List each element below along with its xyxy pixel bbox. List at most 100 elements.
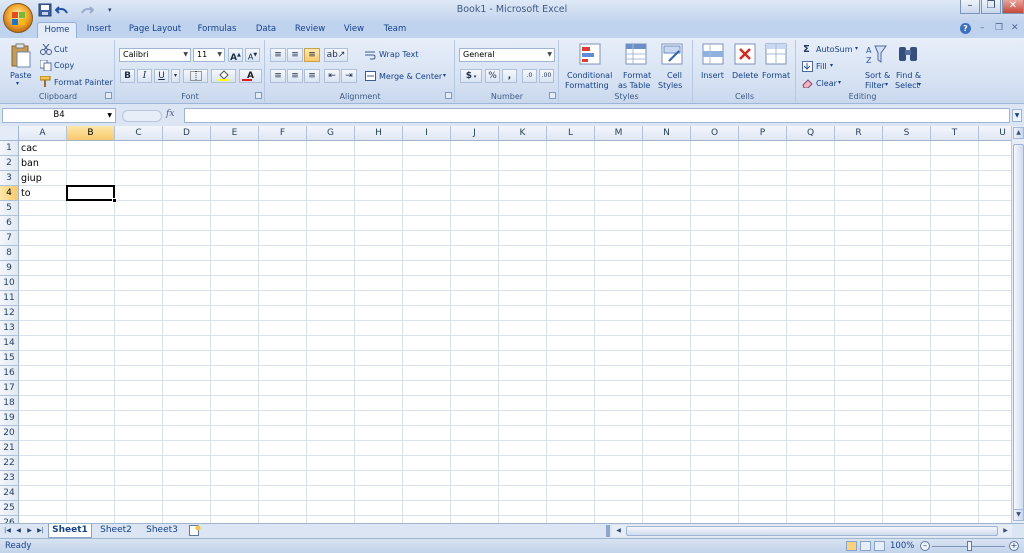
tab-formulas[interactable]: Formulas (192, 22, 242, 38)
scroll-right-icon[interactable]: ▶ (1000, 525, 1011, 537)
row-header-15[interactable]: 15 (0, 351, 19, 366)
align-right-button[interactable]: ≡ (304, 69, 320, 83)
format-painter-icon[interactable] (39, 75, 52, 90)
column-header-r[interactable]: R (835, 126, 883, 141)
merge-center-button[interactable]: Merge & Center (379, 72, 442, 81)
orientation-button[interactable]: ab↗ (324, 48, 348, 62)
underline-dropdown-icon[interactable]: ▾ (171, 69, 180, 83)
sheet-tab-sheet1[interactable]: Sheet1 (48, 524, 92, 538)
row-header-25[interactable]: 25 (0, 501, 19, 516)
zoom-slider-knob[interactable] (967, 541, 972, 551)
normal-view-icon[interactable] (846, 541, 857, 551)
horizontal-scroll-thumb[interactable] (626, 526, 998, 536)
tab-home[interactable]: Home (37, 22, 77, 38)
row-header-21[interactable]: 21 (0, 441, 19, 456)
binoculars-icon[interactable] (897, 43, 919, 68)
align-center-button[interactable]: ≡ (287, 69, 303, 83)
row-header-3[interactable]: 3 (0, 171, 19, 186)
find-select-label-2[interactable]: Select (895, 81, 920, 90)
copy-icon[interactable] (39, 59, 52, 74)
row-header-8[interactable]: 8 (0, 246, 19, 261)
horizontal-scrollbar[interactable]: ◀ ▶ (612, 525, 1012, 537)
name-box[interactable]: B4 ▼ (2, 108, 116, 123)
align-middle-button[interactable]: ≡ (287, 48, 303, 62)
insert-sheet-icon[interactable] (186, 524, 204, 538)
row-header-1[interactable]: 1 (0, 141, 19, 156)
row-header-14[interactable]: 14 (0, 336, 19, 351)
italic-button[interactable]: I (137, 69, 152, 83)
number-launcher[interactable] (549, 92, 556, 99)
sheet-tab-sheet3[interactable]: Sheet3 (140, 524, 184, 538)
cell-styles-icon[interactable] (661, 43, 683, 68)
autosum-button[interactable]: AutoSum (816, 45, 853, 54)
increase-decimal-button[interactable]: .0 (522, 69, 537, 83)
cell-a4[interactable]: to (19, 186, 31, 201)
page-layout-view-icon[interactable] (860, 541, 871, 551)
paste-icon[interactable] (10, 43, 32, 72)
column-header-g[interactable]: G (307, 126, 355, 141)
sort-filter-icon[interactable]: AZ (865, 43, 887, 68)
column-header-k[interactable]: K (499, 126, 547, 141)
currency-button[interactable]: $ ▾ (460, 69, 482, 83)
cell-a1[interactable]: cac (19, 141, 37, 156)
tab-review[interactable]: Review (290, 22, 330, 38)
prev-sheet-icon[interactable]: ◀ (14, 526, 23, 536)
insert-cells-icon[interactable] (702, 43, 724, 68)
decrease-decimal-button[interactable]: .00 (539, 69, 554, 83)
delete-cells-button[interactable]: Delete (732, 71, 758, 80)
select-all-corner[interactable] (0, 126, 19, 141)
conditional-formatting-label-2[interactable]: Formatting (565, 81, 609, 90)
row-header-22[interactable]: 22 (0, 456, 19, 471)
font-color-button[interactable]: A (239, 69, 262, 83)
tab-data[interactable]: Data (250, 22, 282, 38)
worksheet-grid[interactable]: A B C D E F G H I J K L M N O P Q R S T U 1 2 3 4 5 6 7 8 9 10 11 12 13 14… (0, 126, 1011, 523)
zoom-in-icon[interactable]: + (1009, 541, 1019, 551)
cell-styles-label-1[interactable]: Cell (667, 71, 682, 80)
column-header-a[interactable]: A (19, 126, 67, 141)
paste-button[interactable]: Paste (10, 71, 32, 80)
format-as-table-label-2[interactable]: as Table (618, 81, 650, 90)
align-top-button[interactable]: ≡ (270, 48, 286, 62)
zoom-out-icon[interactable]: – (920, 541, 930, 551)
workbook-restore-icon[interactable]: ❐ (995, 23, 1003, 33)
minimize-button[interactable]: – (960, 0, 980, 14)
font-size-combo[interactable]: 11 ▼ (193, 48, 225, 62)
clipboard-launcher[interactable] (105, 92, 112, 99)
row-header-10[interactable]: 10 (0, 276, 19, 291)
row-header-23[interactable]: 23 (0, 471, 19, 486)
expand-formula-bar-icon[interactable]: ▼ (1012, 109, 1022, 122)
workbook-close-icon[interactable]: ✕ (1011, 23, 1019, 33)
tab-team[interactable]: Team (378, 22, 412, 38)
format-as-table-icon[interactable] (625, 43, 647, 68)
column-header-n[interactable]: N (643, 126, 691, 141)
formula-input[interactable] (184, 108, 1010, 123)
underline-button[interactable]: U (154, 69, 169, 83)
decrease-indent-button[interactable]: ⇤ (324, 69, 340, 83)
fill-color-button[interactable] (211, 69, 236, 83)
cut-icon[interactable] (40, 43, 52, 58)
row-header-16[interactable]: 16 (0, 366, 19, 381)
align-bottom-button[interactable]: ≡ (304, 48, 320, 62)
active-cell-b4[interactable] (66, 185, 117, 203)
workbook-minimize-icon[interactable]: – (980, 23, 985, 33)
row-header-6[interactable]: 6 (0, 216, 19, 231)
format-as-table-label-1[interactable]: Format (623, 71, 651, 80)
row-header-9[interactable]: 9 (0, 261, 19, 276)
sort-filter-label-1[interactable]: Sort & (865, 71, 890, 80)
borders-button[interactable] (183, 69, 208, 83)
column-header-t[interactable]: T (931, 126, 979, 141)
column-header-d[interactable]: D (163, 126, 211, 141)
cut-button[interactable]: Cut (54, 45, 68, 54)
row-header-7[interactable]: 7 (0, 231, 19, 246)
comma-button[interactable]: , (502, 69, 517, 83)
chevron-down-icon[interactable]: ▼ (107, 109, 112, 122)
vertical-scroll-thumb[interactable] (1013, 144, 1024, 516)
sort-filter-label-2[interactable]: Filter (865, 81, 885, 90)
number-format-combo[interactable]: General ▼ (459, 48, 555, 62)
row-header-13[interactable]: 13 (0, 321, 19, 336)
cell-styles-label-2[interactable]: Styles (658, 81, 682, 90)
fill-handle[interactable] (112, 198, 117, 203)
row-header-17[interactable]: 17 (0, 381, 19, 396)
merge-dropdown-icon[interactable]: ▾ (443, 72, 446, 79)
paste-dropdown-icon[interactable]: ▾ (16, 80, 19, 87)
